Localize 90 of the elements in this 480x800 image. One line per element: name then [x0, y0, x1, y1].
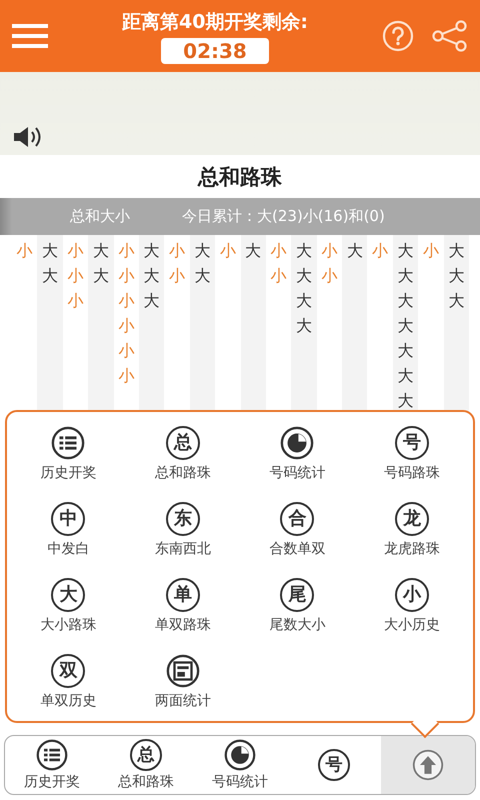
pie-chart-icon	[224, 739, 256, 771]
menu-item[interactable]: 合 合数单双	[240, 496, 354, 572]
road-cell-text: 小	[118, 240, 134, 262]
nav-tab[interactable]	[381, 736, 475, 794]
page-title: 总和路珠	[198, 164, 282, 190]
nav-tab[interactable]: 号码统计	[193, 736, 287, 794]
character-icon: 小	[394, 578, 429, 612]
menu-item[interactable]: 号 号码路珠	[354, 420, 469, 496]
list-icon	[36, 739, 68, 771]
document-icon	[166, 654, 200, 688]
road-cell-text: 大	[398, 240, 414, 262]
menu-icon[interactable]	[12, 24, 48, 48]
menu-item[interactable]: 双 单双历史	[11, 648, 126, 724]
character-icon: 单	[166, 578, 200, 612]
road-cell-text: 小	[270, 265, 287, 287]
nav-tab[interactable]: 号	[287, 736, 381, 794]
road-cell-text: 大	[92, 240, 109, 262]
menu-item[interactable]: 东 东南西北	[126, 496, 240, 572]
road-cell-text: 大	[398, 340, 414, 362]
road-cell-text: 大	[398, 390, 414, 412]
road-cell-text: 小	[321, 240, 338, 262]
road-cell-text: 小	[67, 265, 84, 287]
road-cell-text: 小	[118, 365, 134, 387]
road-cell-text: 大	[448, 240, 464, 262]
road-cell-text: 大	[194, 240, 210, 262]
character-icon: 东	[166, 502, 200, 536]
road-cell-text: 小	[321, 265, 338, 287]
countdown-title: 距离第40期开奖剩余:	[122, 10, 308, 34]
road-cell-text: 大	[42, 240, 58, 262]
road-cell-text: 小	[169, 265, 186, 287]
character-icon: 龙	[394, 502, 429, 536]
character-icon: 中	[51, 502, 86, 536]
road-cell-text: 大	[346, 240, 363, 262]
menu-item[interactable]: 两面统计	[126, 648, 240, 724]
road-cell-text: 大	[296, 240, 312, 262]
road-cell-text: 小	[372, 240, 388, 262]
nav-tab[interactable]: 总 总和路珠	[99, 736, 193, 794]
character-icon: 双	[51, 654, 86, 688]
road-cell-text: 大	[398, 265, 414, 287]
countdown-timer: 02:38	[161, 38, 269, 64]
road-cell-text: 大	[448, 290, 464, 312]
road-cell-text: 大	[144, 240, 160, 262]
menu-item[interactable]: 尾 尾数大小	[240, 572, 354, 648]
character-icon: 总	[166, 426, 200, 460]
road-cell-text: 小	[118, 265, 134, 287]
share-icon[interactable]	[430, 20, 468, 52]
character-icon: 尾	[280, 578, 314, 612]
character-icon: 大	[51, 578, 86, 612]
road-cell-text: 大	[398, 315, 414, 337]
road-cell-text: 大	[296, 290, 312, 312]
road-cell-text: 大	[398, 365, 414, 387]
menu-item[interactable]: 单 单双路珠	[126, 572, 240, 648]
help-icon[interactable]	[382, 20, 414, 52]
road-cell-text: 大	[296, 315, 312, 337]
road-cell-text: 小	[16, 240, 33, 262]
road-cell-text: 小	[422, 240, 439, 262]
road-cell-text: 大	[245, 240, 262, 262]
road-cell-text: 小	[118, 315, 134, 337]
menu-item[interactable]: 号码统计	[240, 420, 354, 496]
character-icon: 总	[130, 739, 162, 771]
character-icon: 号	[318, 749, 350, 781]
character-icon: 号	[394, 426, 429, 460]
speaker-icon[interactable]	[12, 125, 42, 149]
road-cell-text: 大	[398, 290, 414, 312]
list-icon	[51, 426, 86, 460]
menu-item[interactable]: 龙 龙虎路珠	[354, 496, 469, 572]
road-cell-text: 大	[448, 265, 464, 287]
road-cell-text: 小	[270, 240, 287, 262]
menu-item[interactable]: 历史开奖	[11, 420, 126, 496]
road-cell-text: 大	[92, 265, 109, 287]
road-cell-text: 大	[144, 265, 160, 287]
menu-item[interactable]: 大 大小路珠	[11, 572, 126, 648]
road-cell-text: 小	[220, 240, 236, 262]
character-icon: 合	[280, 502, 314, 536]
menu-item[interactable]: 总 总和路珠	[126, 420, 240, 496]
road-cell-text: 小	[169, 240, 186, 262]
summary-totals: 今日累计：大(23)小(16)和(0)	[182, 207, 385, 226]
nav-tab[interactable]: 历史开奖	[5, 736, 99, 794]
road-cell-text: 大	[194, 265, 210, 287]
pie-chart-icon	[280, 426, 314, 460]
road-cell-text: 小	[67, 290, 84, 312]
road-cell-text: 大	[296, 265, 312, 287]
road-cell-text: 小	[67, 240, 84, 262]
road-cell-text: 大	[144, 290, 160, 312]
road-cell-text: 大	[42, 265, 58, 287]
road-cell-text: 小	[118, 290, 134, 312]
menu-item[interactable]: 中 中发白	[11, 496, 126, 572]
road-cell-text: 小	[118, 340, 134, 362]
summary-label: 总和大小	[70, 207, 130, 226]
menu-item[interactable]: 小 大小历史	[354, 572, 469, 648]
